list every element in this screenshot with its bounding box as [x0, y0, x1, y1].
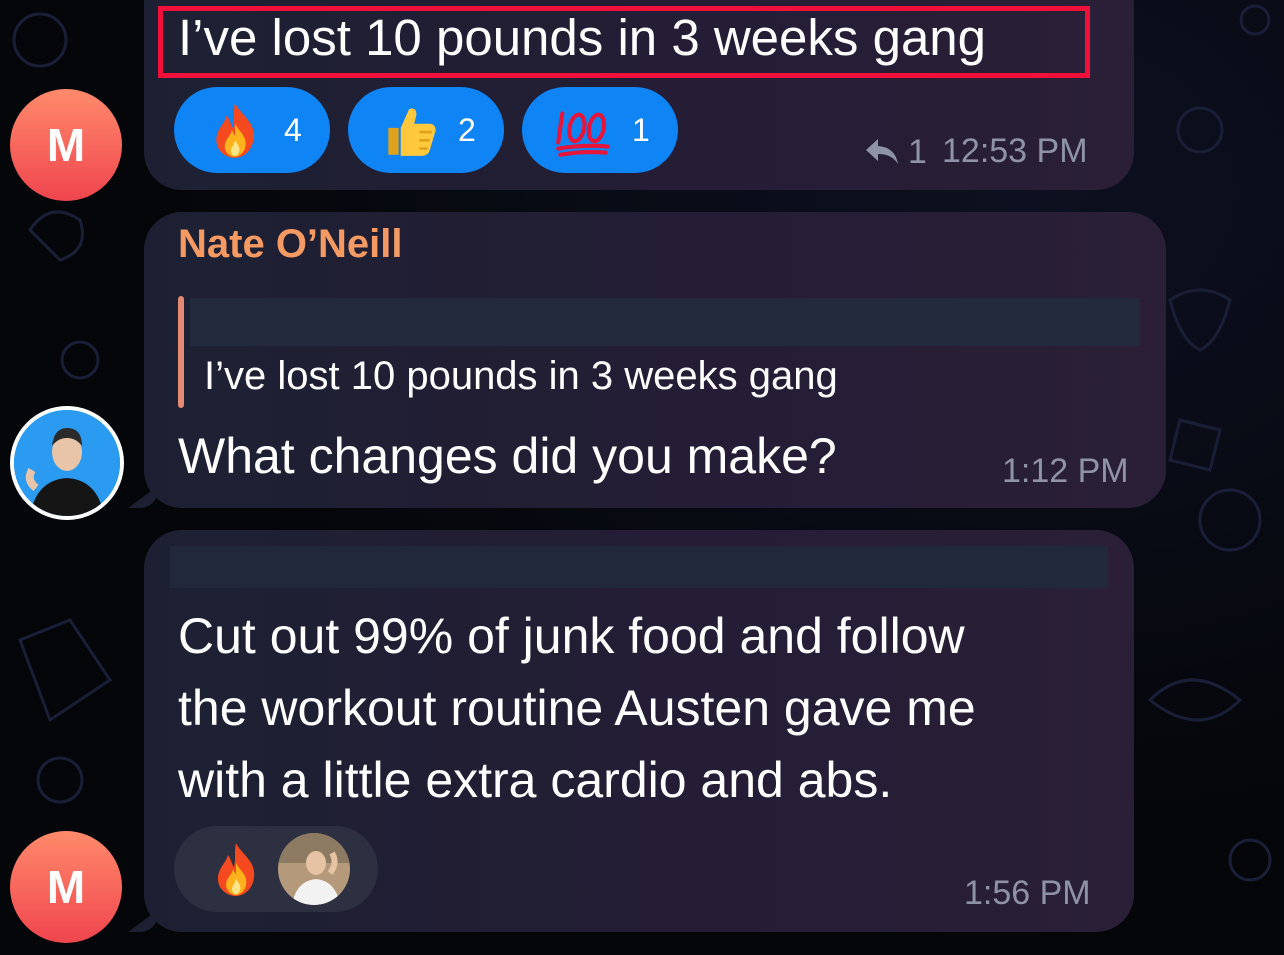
- avatar-initial: M: [46, 119, 86, 171]
- message-text-line: the workout routine Austen gave me: [178, 680, 976, 736]
- media-placeholder-strip: [170, 546, 1108, 588]
- hundred-points-emoji-icon: [556, 111, 610, 157]
- chat-view: M I’ve lost 10 pounds in 3 weeks gang 4 …: [0, 0, 1284, 955]
- message-time: 1:56 PM: [964, 874, 1091, 912]
- sender-name[interactable]: Nate O’Neill: [178, 222, 403, 267]
- fire-emoji-icon: [216, 103, 254, 158]
- reaction-fire[interactable]: 4: [174, 87, 330, 173]
- avatar[interactable]: [10, 406, 124, 520]
- reaction-count: 1: [632, 111, 650, 148]
- reactor-avatar: [278, 833, 350, 905]
- avatar-initial: M: [46, 861, 86, 913]
- reaction-count: 2: [458, 111, 476, 148]
- reply-arrow-icon: [866, 139, 898, 164]
- reply-count: 1: [908, 132, 927, 171]
- message-text: What changes did you make?: [178, 428, 837, 484]
- message-text-line: Cut out 99% of junk food and follow: [178, 608, 965, 664]
- avatar[interactable]: M: [10, 831, 122, 943]
- thumbs-up-emoji-icon: [388, 108, 436, 156]
- quote-text: I’ve lost 10 pounds in 3 weeks gang: [204, 354, 838, 398]
- reaction-thumbs-up[interactable]: 2: [348, 87, 504, 173]
- avatar[interactable]: M: [10, 89, 122, 201]
- message-text-line: with a little extra cardio and abs.: [178, 752, 893, 808]
- quote-header-strip: [190, 298, 1140, 346]
- reply-quote[interactable]: I’ve lost 10 pounds in 3 weeks gang: [178, 296, 1140, 408]
- message-time: 1:12 PM: [1002, 452, 1129, 490]
- profile-photo: [14, 410, 120, 516]
- quote-bar: [178, 296, 184, 408]
- reaction-count: 4: [284, 111, 302, 148]
- reaction-fire-with-user[interactable]: [174, 826, 378, 912]
- message-time: 12:53 PM: [942, 132, 1088, 170]
- replies-link[interactable]: 1: [864, 132, 927, 172]
- fire-emoji-icon: [217, 843, 255, 896]
- reaction-hundred[interactable]: 1: [522, 87, 678, 173]
- annotation-highlight: [158, 6, 1090, 78]
